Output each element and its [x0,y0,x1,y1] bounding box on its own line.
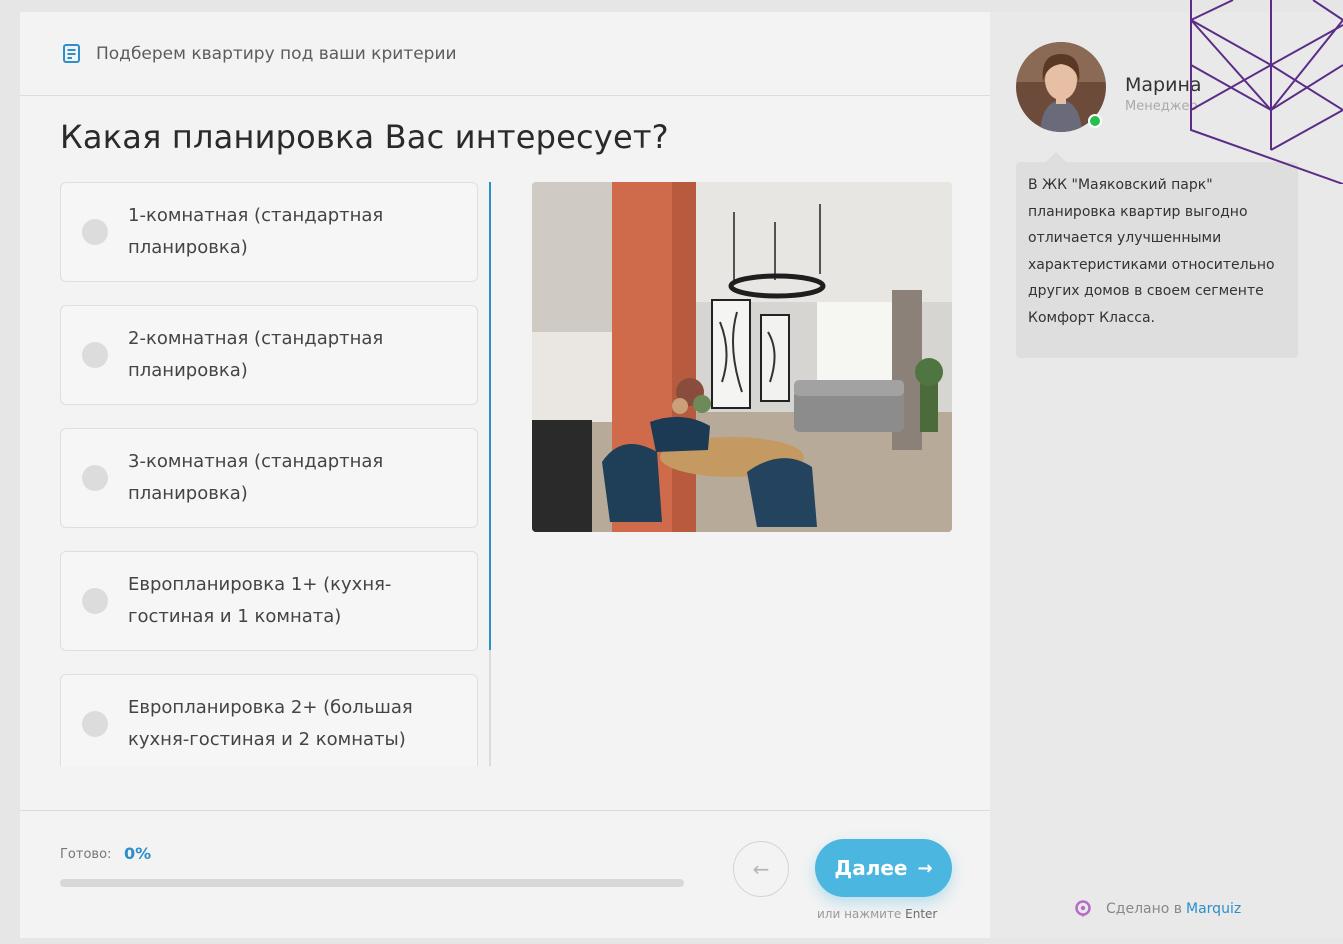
option-2-room[interactable]: 2-комнатная (стандартная планировка) [60,305,478,405]
options-list[interactable]: 1-комнатная (стандартная планировка) 2-к… [60,182,480,766]
manager-message: В ЖК "Маяковский парк" планировка кварти… [1016,152,1298,358]
next-button-label: Далее [834,856,908,880]
option-3-room[interactable]: 3-комнатная (стандартная планировка) [60,428,478,528]
option-euro-2[interactable]: Европланировка 2+ (большая кухня-гостина… [60,674,478,766]
option-euro-1[interactable]: Европланировка 1+ (кухня-гостиная и 1 ко… [60,551,478,651]
progress-value: 0% [124,844,152,863]
quiz-header-title: Подберем квартиру под ваши критерии [96,43,457,64]
radio-button[interactable] [82,342,108,368]
marquiz-link[interactable]: Marquiz [1186,901,1241,917]
arrow-right-icon: → [917,857,933,879]
question-title: Какая планировка Вас интересует? [60,118,669,156]
quiz-window: Подберем квартиру под ваши критерии Кака… [20,12,1343,938]
made-in-text: Сделано в [1106,901,1183,917]
geometric-decoration [1190,0,1343,184]
option-1-room[interactable]: 1-комнатная (стандартная планировка) [60,182,478,282]
option-label: Европланировка 2+ (большая кухня-гостина… [128,697,413,750]
radio-button[interactable] [82,588,108,614]
interior-photo [532,182,952,532]
quiz-footer: Готово: 0% ← Далее → или нажмите Enter [20,810,990,938]
quiz-header: Подберем квартиру под ваши критерии [20,12,990,96]
back-button[interactable]: ← [733,841,789,897]
option-label: 3-комнатная (стандартная планировка) [128,451,384,504]
options-scrollbar-thumb[interactable] [489,182,491,650]
option-label: 2-комнатная (стандартная планировка) [128,328,384,381]
made-in-marquiz[interactable]: Сделано в Marquiz [1074,900,1241,918]
progress-label: Готово: [60,847,112,862]
enter-hint-key: Enter [905,907,938,921]
quiz-main-panel: Подберем квартиру под ваши критерии Кака… [20,12,990,938]
online-status-dot [1088,114,1102,128]
next-button[interactable]: Далее → [815,839,952,897]
marquiz-logo-icon [1075,900,1091,917]
option-label: 1-комнатная (стандартная планировка) [128,205,384,258]
option-label: Европланировка 1+ (кухня-гостиная и 1 ко… [128,574,392,627]
arrow-left-icon: ← [752,857,770,881]
radio-button[interactable] [82,219,108,245]
radio-button[interactable] [82,465,108,491]
enter-hint: или нажмите Enter [817,907,937,921]
progress-bar [60,879,684,887]
radio-button[interactable] [82,711,108,737]
form-list-icon [63,43,80,63]
enter-hint-prefix: или нажмите [817,907,902,921]
